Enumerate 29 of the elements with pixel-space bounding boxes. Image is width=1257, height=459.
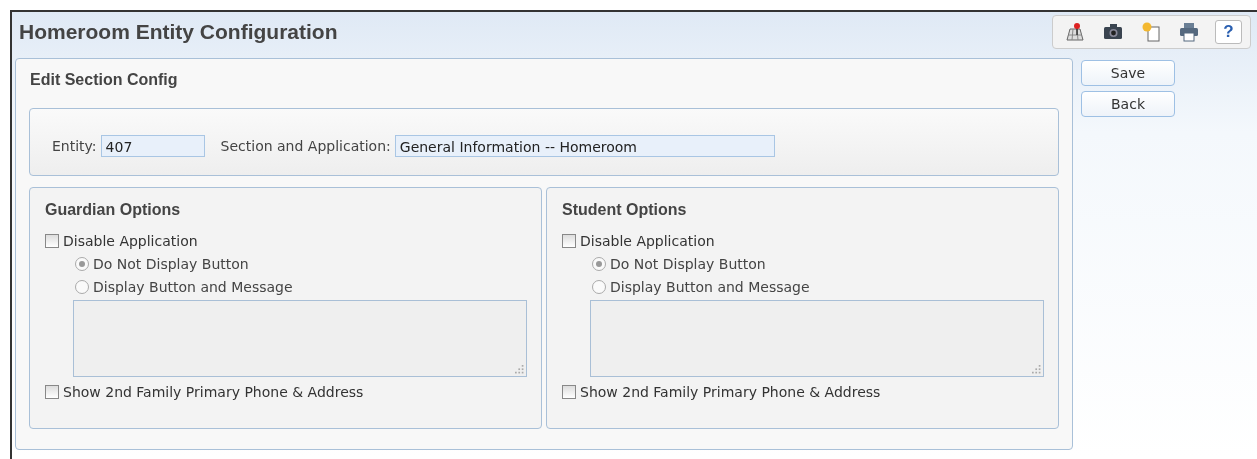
section-application-field[interactable]: General Information -- Homeroom — [394, 135, 775, 157]
checkbox-label: Disable Application — [580, 233, 715, 249]
checkbox[interactable] — [562, 234, 576, 248]
section-application-label: Section and Application: — [220, 137, 391, 156]
checkbox-label: Disable Application — [63, 233, 198, 249]
checkbox-label: Show 2nd Family Primary Phone & Address — [580, 384, 881, 400]
checkbox[interactable] — [45, 234, 59, 248]
entity-field[interactable]: 407 — [100, 135, 205, 157]
help-button[interactable]: ? — [1215, 20, 1242, 44]
window-title: Homeroom Entity Configuration — [19, 20, 338, 44]
action-button[interactable]: Save — [1081, 60, 1175, 86]
checkbox-label: Show 2nd Family Primary Phone & Address — [63, 384, 364, 400]
radio-label: Display Button and Message — [610, 278, 810, 295]
checkbox[interactable] — [562, 385, 576, 399]
radio-label: Do Not Display Button — [93, 255, 249, 272]
action-button[interactable]: Back — [1081, 91, 1175, 117]
radio-label: Display Button and Message — [93, 278, 293, 295]
print-icon[interactable] — [1177, 20, 1201, 44]
message-textarea[interactable] — [590, 300, 1044, 377]
resize-grip-icon[interactable] — [1032, 365, 1041, 374]
panel-title: Guardian Options — [45, 200, 182, 220]
entity-label: Entity: — [52, 137, 97, 156]
checkbox[interactable] — [45, 385, 59, 399]
panel-title: Student Options — [562, 200, 688, 220]
message-textarea[interactable] — [73, 300, 527, 377]
section-title: Edit Section Config — [29, 70, 179, 90]
radio-label: Do Not Display Button — [610, 255, 766, 272]
resize-grip-icon[interactable] — [515, 365, 524, 374]
map-pin-icon[interactable] — [1063, 20, 1087, 44]
